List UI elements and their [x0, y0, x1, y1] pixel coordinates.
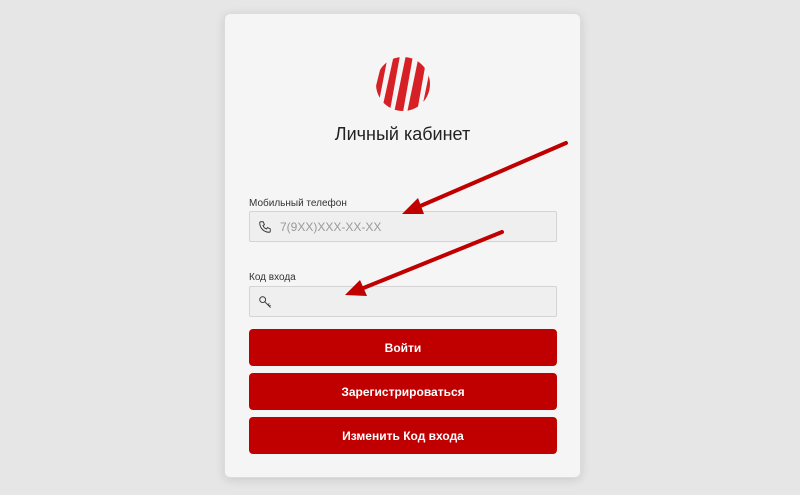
code-label: Код входа [249, 272, 296, 283]
phone-input[interactable] [280, 219, 556, 234]
page-title: Личный кабинет [334, 124, 471, 144]
brand-logo-icon [376, 57, 430, 111]
login-button[interactable]: Войти [249, 329, 557, 366]
register-button[interactable]: Зарегистрироваться [249, 373, 557, 410]
login-card: Личный кабинет Мобильный телефон Код вхо… [224, 13, 581, 478]
change-code-button[interactable]: Изменить Код входа [249, 417, 557, 454]
phone-field[interactable] [249, 211, 557, 242]
phone-label: Мобильный телефон [249, 198, 347, 209]
code-input[interactable] [280, 294, 556, 309]
key-icon [250, 295, 280, 309]
code-field[interactable] [249, 286, 557, 317]
phone-icon [250, 220, 280, 234]
